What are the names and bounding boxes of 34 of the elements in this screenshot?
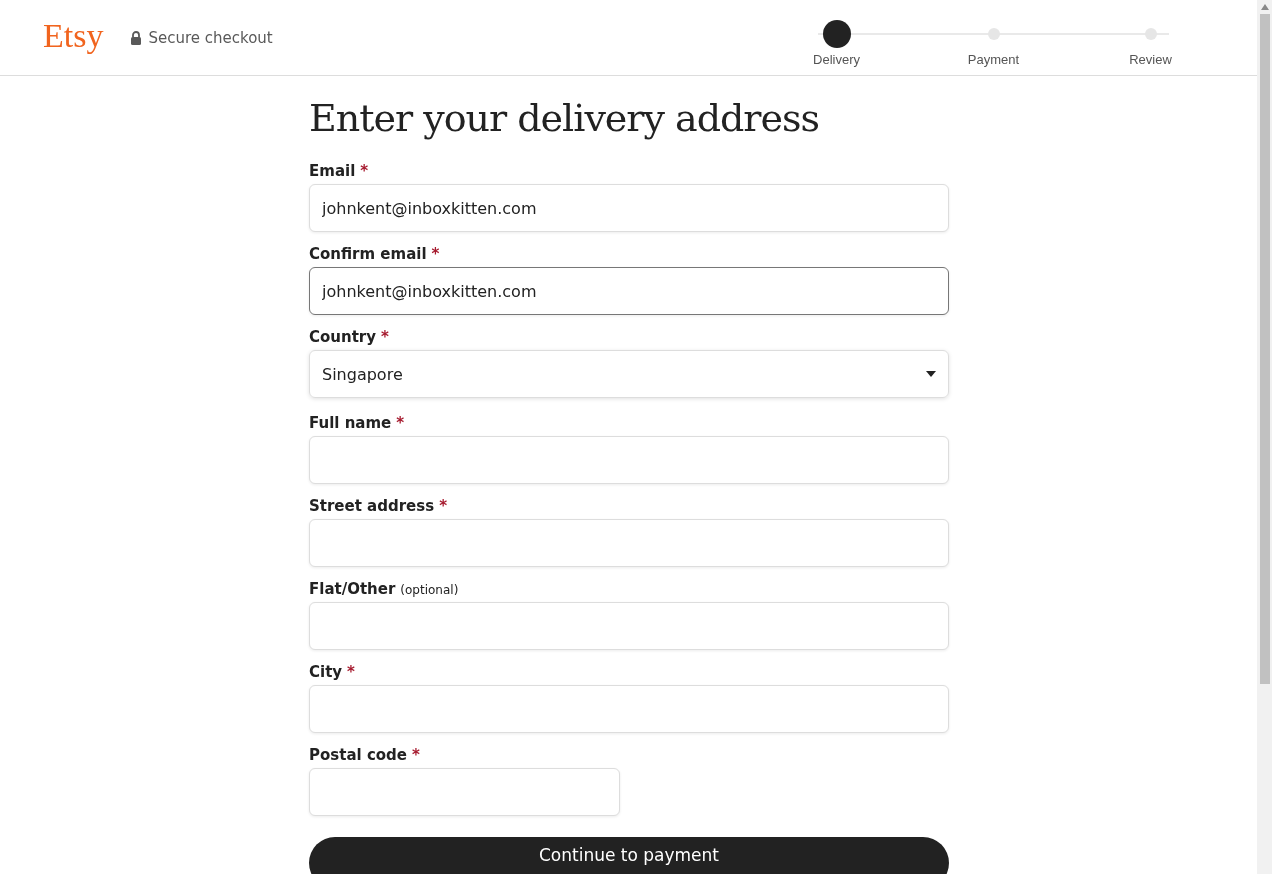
required-mark: * [381, 328, 389, 346]
input-field[interactable] [309, 685, 949, 733]
optional-note: (optional) [400, 583, 459, 597]
required-mark: * [396, 414, 405, 432]
required-mark: * [431, 245, 440, 263]
dropdown-caret-icon [926, 371, 936, 377]
field-label: Postal code [309, 746, 407, 764]
field-label: Full name [309, 414, 392, 432]
field-label: City [309, 663, 343, 681]
field-label: Flat/Other [309, 580, 396, 598]
field-label: Country [309, 328, 377, 346]
field-label: Confirm email [309, 245, 427, 263]
input-field[interactable] [309, 602, 949, 650]
field-label: Email [309, 162, 356, 180]
input-field[interactable] [309, 768, 620, 816]
required-mark: * [412, 746, 420, 764]
step-label: Payment [967, 51, 1020, 67]
input-field[interactable] [309, 436, 949, 484]
required-mark: * [439, 497, 447, 515]
input-field[interactable] [309, 519, 949, 567]
continue-button[interactable]: Continue to payment [309, 837, 949, 874]
country-select[interactable]: Singapore [309, 350, 949, 398]
secure-checkout-label: Secure checkout [148, 28, 273, 47]
scrollbar[interactable] [1257, 0, 1272, 874]
input-field[interactable]: johnkent@inboxkitten.com [309, 184, 949, 232]
scroll-up-icon[interactable] [1260, 4, 1269, 10]
field-label: Street address [309, 497, 435, 515]
lock-icon [130, 30, 143, 45]
required-mark: * [360, 162, 369, 180]
page-title: Enter your delivery address [309, 96, 821, 140]
step-label: Review [1129, 51, 1172, 67]
required-mark: * [347, 663, 355, 681]
input-field[interactable]: johnkent@inboxkitten.com [309, 267, 949, 315]
step-label: Delivery [813, 51, 860, 67]
